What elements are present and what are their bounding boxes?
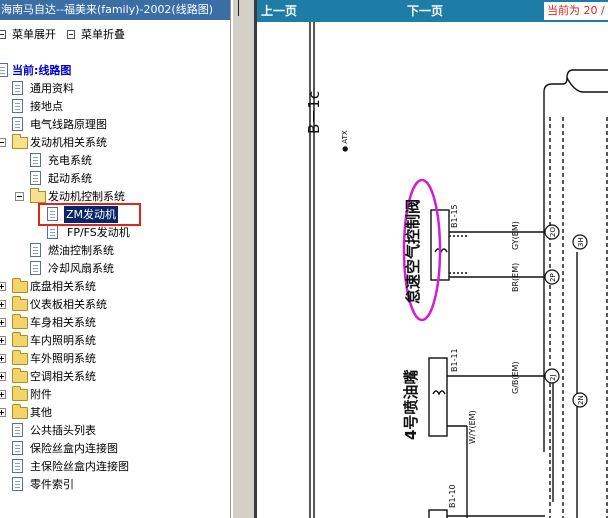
tree-item-label: 附件 — [30, 388, 52, 401]
collapse-toggle-icon[interactable] — [0, 138, 6, 147]
pin-5-label: 2N — [577, 395, 585, 405]
folder-icon — [12, 332, 28, 347]
tree-item-label: 燃油控制系统 — [48, 244, 114, 257]
wire-2-label: BR(EM) — [511, 263, 520, 292]
expand-toggle-icon[interactable] — [0, 390, 6, 399]
expand-toggle-icon[interactable] — [0, 408, 6, 417]
document-icon — [12, 477, 23, 491]
tree-item-label: 空调相关系统 — [30, 370, 96, 383]
document-icon — [30, 243, 41, 257]
open-folder-icon — [30, 188, 46, 203]
tree-item-label: 主保险丝盒内连接图 — [30, 460, 129, 473]
expand-toggle-icon[interactable] — [0, 282, 6, 291]
splitter-mark — [238, 0, 239, 16]
red-highlight-box — [38, 203, 141, 226]
tree-item-label: 公共插头列表 — [30, 424, 96, 437]
tree-item-label: 仪表板相关系统 — [30, 298, 107, 311]
tree-item-label: 电气线路原理图 — [30, 118, 107, 131]
wire-1-label: GY(EM) — [511, 221, 520, 250]
folder-icon — [12, 404, 28, 419]
connector-outline — [566, 77, 608, 93]
expand-toggle-icon[interactable] — [0, 300, 6, 309]
document-icon — [12, 459, 23, 473]
folder-icon — [12, 314, 28, 329]
pane-splitter[interactable] — [232, 0, 254, 518]
tree-item-label: FP/FS发动机 — [67, 226, 130, 239]
document-icon — [47, 225, 58, 239]
document-icon — [12, 441, 23, 455]
connector-1-label: B1-15 — [450, 204, 459, 228]
component-box — [428, 357, 448, 437]
document-icon — [30, 171, 41, 185]
tree-item-label: 冷却风扇系统 — [48, 262, 114, 275]
document-icon — [30, 153, 41, 167]
component-1-label: 怠速空气控制阀 — [404, 199, 422, 304]
tree-pane: 海南马自达--福美来(family)-2002(线路图) 菜单展开 菜单折叠 当… — [0, 0, 231, 518]
component-2-label: 4号喷油嘴 — [402, 370, 420, 440]
document-icon — [12, 117, 23, 131]
connector-3-label: B1-10 — [448, 484, 457, 508]
component-box — [428, 509, 448, 518]
pin-4-label: 3H — [577, 237, 585, 247]
connector-2-label: B1-11 — [450, 348, 459, 372]
tree-item-label: 通用资料 — [30, 82, 74, 95]
diagram-pane: 上一页 下一页 当前为 20 / B－1c ● ATX 怠速空气控制阀 4号喷油… — [254, 0, 608, 518]
folder-icon — [12, 386, 28, 401]
tree-item-label: 车身相关系统 — [30, 316, 96, 329]
pin-3-label: 2J — [549, 374, 557, 381]
expand-toggle-icon[interactable] — [0, 354, 6, 363]
page-status: 当前为 20 / — [544, 2, 608, 20]
pin-1-label: 2O — [549, 227, 557, 237]
pin-2-label: 2P — [549, 273, 557, 282]
next-page-link[interactable]: 下一页 — [407, 0, 443, 22]
wiring-diagram: B－1c ● ATX 怠速空气控制阀 4号喷油嘴 B1-15 B1-11 B1-… — [305, 22, 608, 518]
tree-item-label: 零件索引 — [30, 478, 74, 491]
prev-page-link[interactable]: 上一页 — [261, 0, 297, 22]
folder-icon — [12, 296, 28, 311]
document-icon — [30, 261, 41, 275]
expand-toggle-icon[interactable] — [0, 336, 6, 345]
atx-label: ● ATX — [341, 130, 349, 152]
tree-item-label: 保险丝盒内连接图 — [30, 442, 118, 455]
wire-4-label: W/Y(EM) — [468, 410, 477, 444]
document-icon — [0, 63, 8, 77]
tree-item-label: 起动系统 — [48, 172, 92, 185]
page-code: B－1c — [305, 91, 323, 134]
open-folder-icon — [12, 134, 28, 149]
page-nav-bar: 上一页 下一页 当前为 20 / — [257, 0, 608, 22]
expand-toggle-icon[interactable] — [0, 318, 6, 327]
collapse-toggle-icon[interactable] — [15, 192, 24, 201]
folder-icon — [12, 350, 28, 365]
document-icon — [12, 99, 23, 113]
tree-item-label: 充电系统 — [48, 154, 92, 167]
document-icon — [12, 81, 23, 95]
folder-icon — [12, 278, 28, 293]
expand-toggle-icon[interactable] — [0, 372, 6, 381]
folder-icon — [12, 368, 28, 383]
tree-item-label: 接地点 — [30, 100, 63, 113]
tree-item-label: 车内照明系统 — [30, 334, 96, 347]
wire-3-label: G/B(EM) — [511, 361, 520, 394]
coil-symbol — [432, 390, 446, 396]
tree-view: 当前:线路图 通用资料 接地点 电气线路原理图 发动机相关系统 充电系统 起动系… — [0, 0, 230, 518]
tree-item-label: 其他 — [30, 406, 52, 419]
tree-root-label: 当前:线路图 — [12, 64, 72, 77]
tree-item-label: 车外照明系统 — [30, 352, 96, 365]
tree-item-label: 发动机相关系统 — [30, 136, 107, 149]
tree-item-label: 底盘相关系统 — [30, 280, 96, 293]
document-icon — [12, 423, 23, 437]
